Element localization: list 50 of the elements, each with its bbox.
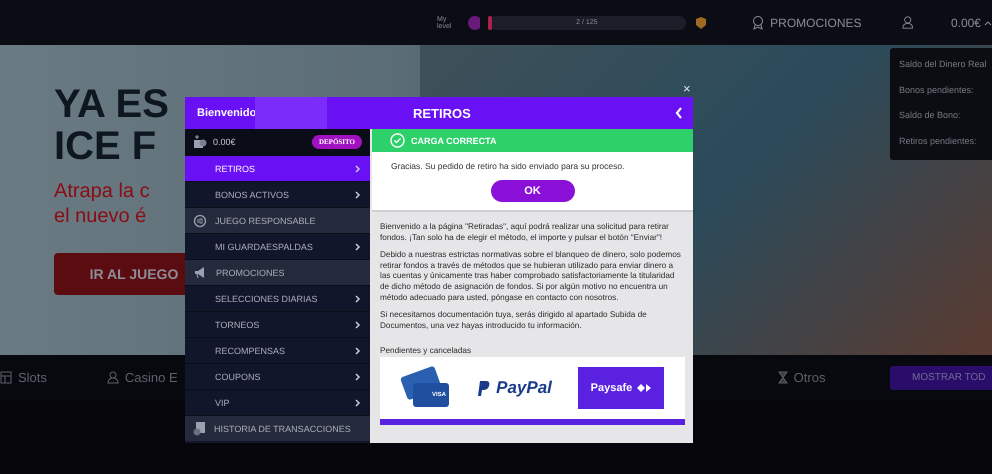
- balance-dropdown-item: Bonos pendientes:: [899, 84, 975, 97]
- document-icon: [193, 421, 206, 436]
- diamond-arrow-icon: [637, 384, 652, 392]
- check-circle-icon: [390, 133, 405, 148]
- banner-subtitle: Atrapa la c: [54, 179, 150, 204]
- money-icon: [193, 135, 207, 149]
- pending-label: Pendientes y canceladas: [380, 346, 472, 356]
- info-paragraph: Bienvenido a la página "Retiradas", aquí podrá realizar una solicitud para retirar fondos. ¡Tan solo ha de elegir el método, el importe y pulsar el botón "Enviar"!: [380, 222, 670, 244]
- award-icon: [752, 16, 764, 30]
- slot-machine-icon: [0, 371, 12, 384]
- balance-dropdown-button[interactable]: 0.00€: [950, 16, 992, 30]
- balance-amount: 0.00€: [213, 137, 236, 147]
- menu-section[interactable]: JUEGO RESPONSABLE: [185, 207, 370, 233]
- back-icon[interactable]: [675, 107, 683, 119]
- reward-badge-icon: [694, 16, 706, 30]
- hourglass-icon: [778, 371, 788, 384]
- paysafe-logo[interactable]: Paysafe: [578, 367, 664, 410]
- chevron-right-icon: [355, 346, 361, 354]
- person-icon: [106, 371, 119, 384]
- user-icon[interactable]: [902, 15, 913, 30]
- banner-title: ICE F: [54, 125, 156, 167]
- promotions-link[interactable]: PROMOCIONES: [752, 16, 862, 30]
- balance-dropdown-item: Saldo del Dinero Real: [899, 58, 988, 71]
- info-paragraph: Debido a nuestras estrictas normativas sobre el blanqueo de dinero, solo podemos retirar fondos a través de métodos que se hubieran utilizado para enviar dinero a las cuentas y únicamente tras haber comprobado satisfactoriamente la titularidad de dicho método de asignación de fondos. Si por algún motivo no encuentra un método adecuado para usted, póngase en contacto con nosotros.: [380, 250, 682, 304]
- level-badge-icon: [468, 16, 480, 30]
- chevron-right-icon: [355, 242, 361, 250]
- menu-item[interactable]: RETIROS: [185, 155, 370, 181]
- balance-dropdown-item: Saldo de Bono:: [899, 109, 962, 122]
- welcome-text: Bienvenido: [196, 107, 255, 119]
- paypal-logo[interactable]: PayPal: [477, 378, 552, 398]
- success-message: Gracias. Su pedido de retiro ha sido enviado para su proceso.: [390, 161, 624, 171]
- chevron-right-icon: [355, 320, 361, 328]
- chevron-right-icon: [355, 164, 361, 172]
- balance-dropdown-item: Retiros pendientes:: [899, 134, 978, 148]
- chevron-right-icon: [355, 372, 361, 380]
- modal-title: RETIROS: [413, 106, 471, 120]
- username-block: [255, 97, 327, 129]
- menu-section[interactable]: PROMOCIONES: [185, 259, 370, 285]
- caret-up-icon: [984, 20, 992, 26]
- chevron-right-icon: [355, 190, 361, 198]
- age-limit-icon: [193, 214, 207, 228]
- banner-subtitle: el nuevo é: [54, 204, 146, 229]
- banner-title: YA ES: [54, 83, 169, 125]
- chevron-right-icon: [355, 294, 361, 302]
- success-title: CARGA CORRECTA: [411, 136, 496, 146]
- chevron-right-icon: [355, 398, 361, 406]
- menu-section[interactable]: HISTORIA DE TRANSACCIONES: [185, 415, 370, 441]
- ok-button[interactable]: OK: [490, 180, 574, 202]
- info-paragraph: Si necesitamos documentación tuya, serás dirigido al apartado Subida de Documentos, una vez hayas introducido tu información.: [380, 310, 648, 332]
- close-icon[interactable]: ×: [683, 81, 691, 96]
